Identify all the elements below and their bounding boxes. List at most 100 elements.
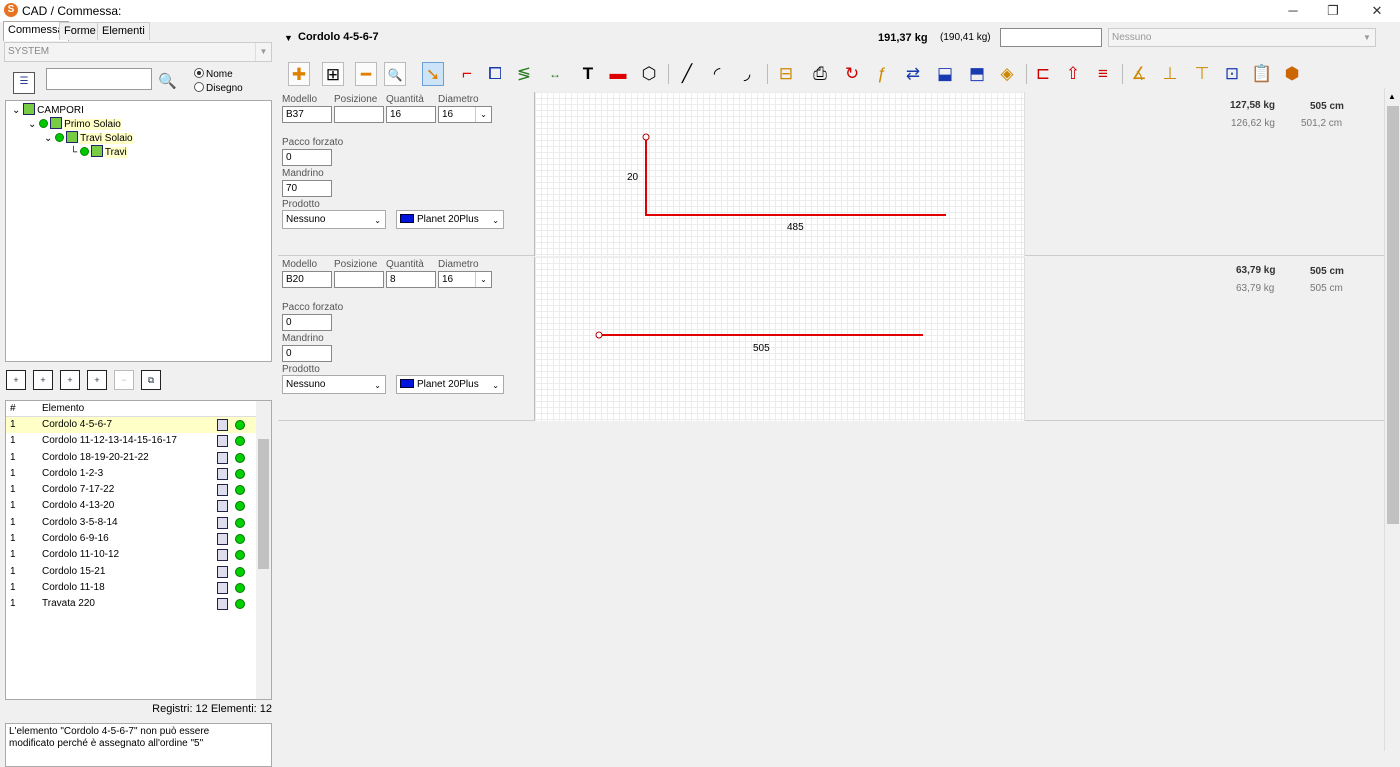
header-combo[interactable]: Nessuno ▼ bbox=[1108, 28, 1376, 47]
auto-icon[interactable]: ⬓ bbox=[934, 62, 956, 86]
remove-element-icon[interactable]: − bbox=[114, 370, 134, 390]
close-button[interactable]: ✕ bbox=[1354, 0, 1400, 22]
add-icon[interactable]: ✚ bbox=[288, 62, 310, 86]
paste-element-icon[interactable]: + bbox=[60, 370, 80, 390]
table-row[interactable]: 1 Cordolo 11-12-13-14-15-16-17 bbox=[6, 433, 271, 449]
quantita-input[interactable]: 8 bbox=[386, 271, 436, 288]
search-icon[interactable]: 🔍 bbox=[158, 72, 177, 90]
material-select[interactable]: Planet 20Plus ⌄ bbox=[396, 375, 504, 394]
tree-node-campori[interactable]: ⌄ CAMPORI bbox=[6, 103, 271, 117]
add-bar-icon[interactable]: ⊞ bbox=[322, 62, 344, 86]
table-row[interactable]: 1 Travata 220 bbox=[6, 596, 271, 612]
cube-icon[interactable]: ⬢ bbox=[1281, 62, 1303, 86]
table-row[interactable]: 1 Cordolo 6-9-16 bbox=[6, 531, 271, 547]
rotate-icon[interactable]: ↻ bbox=[841, 62, 863, 86]
clipboard-icon[interactable]: 📋 bbox=[1251, 62, 1273, 86]
search-input[interactable] bbox=[46, 68, 152, 90]
pacco-input[interactable]: 0 bbox=[282, 149, 332, 166]
copy-element-icon[interactable]: ⧉ bbox=[141, 370, 161, 390]
table-row[interactable]: 1 Cordolo 11-18 bbox=[6, 580, 271, 596]
editor-scrollbar[interactable]: ▲ bbox=[1384, 88, 1400, 751]
element-list-scrollbar[interactable] bbox=[256, 401, 271, 699]
row-count: 1 bbox=[10, 500, 16, 512]
mandrino-input[interactable]: 0 bbox=[282, 345, 332, 362]
bar-row-2-canvas[interactable]: 505 bbox=[534, 257, 1025, 421]
table-row[interactable]: 1 Cordolo 4-5-6-7 bbox=[6, 417, 271, 434]
status-ok-icon bbox=[235, 420, 245, 430]
stirrup-tool-icon[interactable]: ⧠ bbox=[484, 62, 506, 86]
posizione-input[interactable] bbox=[334, 271, 384, 288]
table-row[interactable]: 1 Cordolo 15-21 bbox=[6, 564, 271, 580]
frame-icon[interactable]: ⊡ bbox=[1221, 62, 1243, 86]
system-combo[interactable]: SYSTEM ▼ bbox=[4, 42, 272, 62]
anchor-icon[interactable]: ⊥ bbox=[1159, 62, 1181, 86]
tree-node-travi[interactable]: └ Travi bbox=[6, 145, 271, 159]
table-row[interactable]: 1 Cordolo 4-13-20 bbox=[6, 498, 271, 514]
left-panel: Commessa Forme Elementi SYSTEM ▼ ☰ 🔍 Nom… bbox=[0, 21, 274, 767]
select-tool-icon[interactable]: ➘ bbox=[422, 62, 444, 86]
table-row[interactable]: 1 Cordolo 3-5-8-14 bbox=[6, 515, 271, 531]
remove-icon[interactable]: ━ bbox=[355, 62, 377, 86]
header-input[interactable] bbox=[1000, 28, 1102, 47]
posizione-input[interactable] bbox=[334, 106, 384, 123]
printer-icon[interactable]: ⎙ bbox=[809, 62, 831, 86]
radio-disegno[interactable]: Disegno bbox=[194, 82, 243, 94]
hook-tool-icon[interactable]: ⌐ bbox=[456, 62, 478, 86]
stack-icon[interactable]: ≡ bbox=[1092, 62, 1114, 86]
bar-tool-icon[interactable]: ▬ bbox=[607, 62, 629, 86]
row-name: Cordolo 15-21 bbox=[42, 565, 106, 577]
pacco-input[interactable]: 0 bbox=[282, 314, 332, 331]
row-count: 1 bbox=[10, 598, 16, 610]
tab-forme[interactable]: Forme bbox=[59, 22, 101, 40]
curve-tool-icon[interactable]: ◞ bbox=[736, 62, 758, 86]
swap-icon[interactable]: ⇄ bbox=[902, 62, 924, 86]
mandrino-input[interactable]: 70 bbox=[282, 180, 332, 197]
line-tool-icon[interactable]: ╱ bbox=[676, 62, 698, 86]
align-icon[interactable]: ⊟ bbox=[775, 62, 797, 86]
arc-tool-icon[interactable]: ◜ bbox=[706, 62, 728, 86]
nut-tool-icon[interactable]: ⬡ bbox=[638, 62, 660, 86]
table-row[interactable]: 1 Cordolo 18-19-20-21-22 bbox=[6, 450, 271, 466]
prodotto-select[interactable]: Nessuno ⌄ bbox=[282, 375, 386, 394]
add-list-icon[interactable]: + bbox=[87, 370, 107, 390]
quantita-input[interactable]: 16 bbox=[386, 106, 436, 123]
extend-icon[interactable]: ⇧ bbox=[1062, 62, 1084, 86]
bar-row-1-canvas[interactable]: 20 485 bbox=[534, 92, 1025, 256]
material-select[interactable]: Planet 20Plus ⌄ bbox=[396, 210, 504, 229]
table-icon[interactable]: ⊤ bbox=[1191, 62, 1213, 86]
collapse-icon[interactable]: ▼ bbox=[284, 33, 293, 43]
tree-node-travi-solaio[interactable]: ⌄ Travi Solaio bbox=[6, 131, 271, 145]
tree-node-primo-solaio[interactable]: ⌄ Primo Solaio bbox=[6, 117, 271, 131]
list-view-icon[interactable]: ☰ bbox=[13, 72, 35, 94]
table-row[interactable]: 1 Cordolo 11-10-12 bbox=[6, 547, 271, 563]
split-icon[interactable]: ⊏ bbox=[1032, 62, 1054, 86]
modello-input[interactable]: B37 bbox=[282, 106, 332, 123]
diametro-select[interactable]: 16 ⌄ bbox=[438, 106, 492, 123]
tab-elementi[interactable]: Elementi bbox=[97, 22, 150, 40]
shape-3d-icon[interactable]: ◈ bbox=[996, 62, 1018, 86]
app-logo-icon: S bbox=[4, 3, 18, 17]
prodotto-select[interactable]: Nessuno ⌄ bbox=[282, 210, 386, 229]
scroll-up-icon[interactable]: ▲ bbox=[1388, 92, 1396, 101]
status-ok-icon bbox=[79, 147, 89, 156]
new-element-icon[interactable]: + bbox=[6, 370, 26, 390]
table-row[interactable]: 1 Cordolo 1-2-3 bbox=[6, 466, 271, 482]
bar-start-marker bbox=[642, 133, 650, 141]
modello-input[interactable]: B20 bbox=[282, 271, 332, 288]
status-ok-icon bbox=[235, 501, 245, 512]
angle-icon[interactable]: ∡ bbox=[1128, 62, 1150, 86]
diametro-select[interactable]: 16 ⌄ bbox=[438, 271, 492, 288]
status-ok-icon bbox=[235, 485, 245, 496]
text-tool-icon[interactable]: T bbox=[577, 62, 599, 86]
dimension-tool-icon[interactable]: ↔ bbox=[544, 62, 566, 86]
add-shape-icon[interactable]: + bbox=[33, 370, 53, 390]
zoom-icon[interactable]: 🔍 bbox=[384, 62, 406, 86]
project-tree: ⌄ CAMPORI ⌄ Primo Solaio ⌄ Travi Solaio … bbox=[5, 100, 272, 362]
maximize-button[interactable]: ❐ bbox=[1310, 0, 1356, 22]
spiral-tool-icon[interactable]: ≶ bbox=[513, 62, 535, 86]
row-name: Cordolo 1-2-3 bbox=[42, 467, 104, 479]
radio-nome[interactable]: Nome bbox=[194, 68, 233, 80]
table-row[interactable]: 1 Cordolo 7-17-22 bbox=[6, 482, 271, 498]
save-shape-icon[interactable]: ⬒ bbox=[966, 62, 988, 86]
function-icon[interactable]: ƒ bbox=[871, 62, 893, 86]
